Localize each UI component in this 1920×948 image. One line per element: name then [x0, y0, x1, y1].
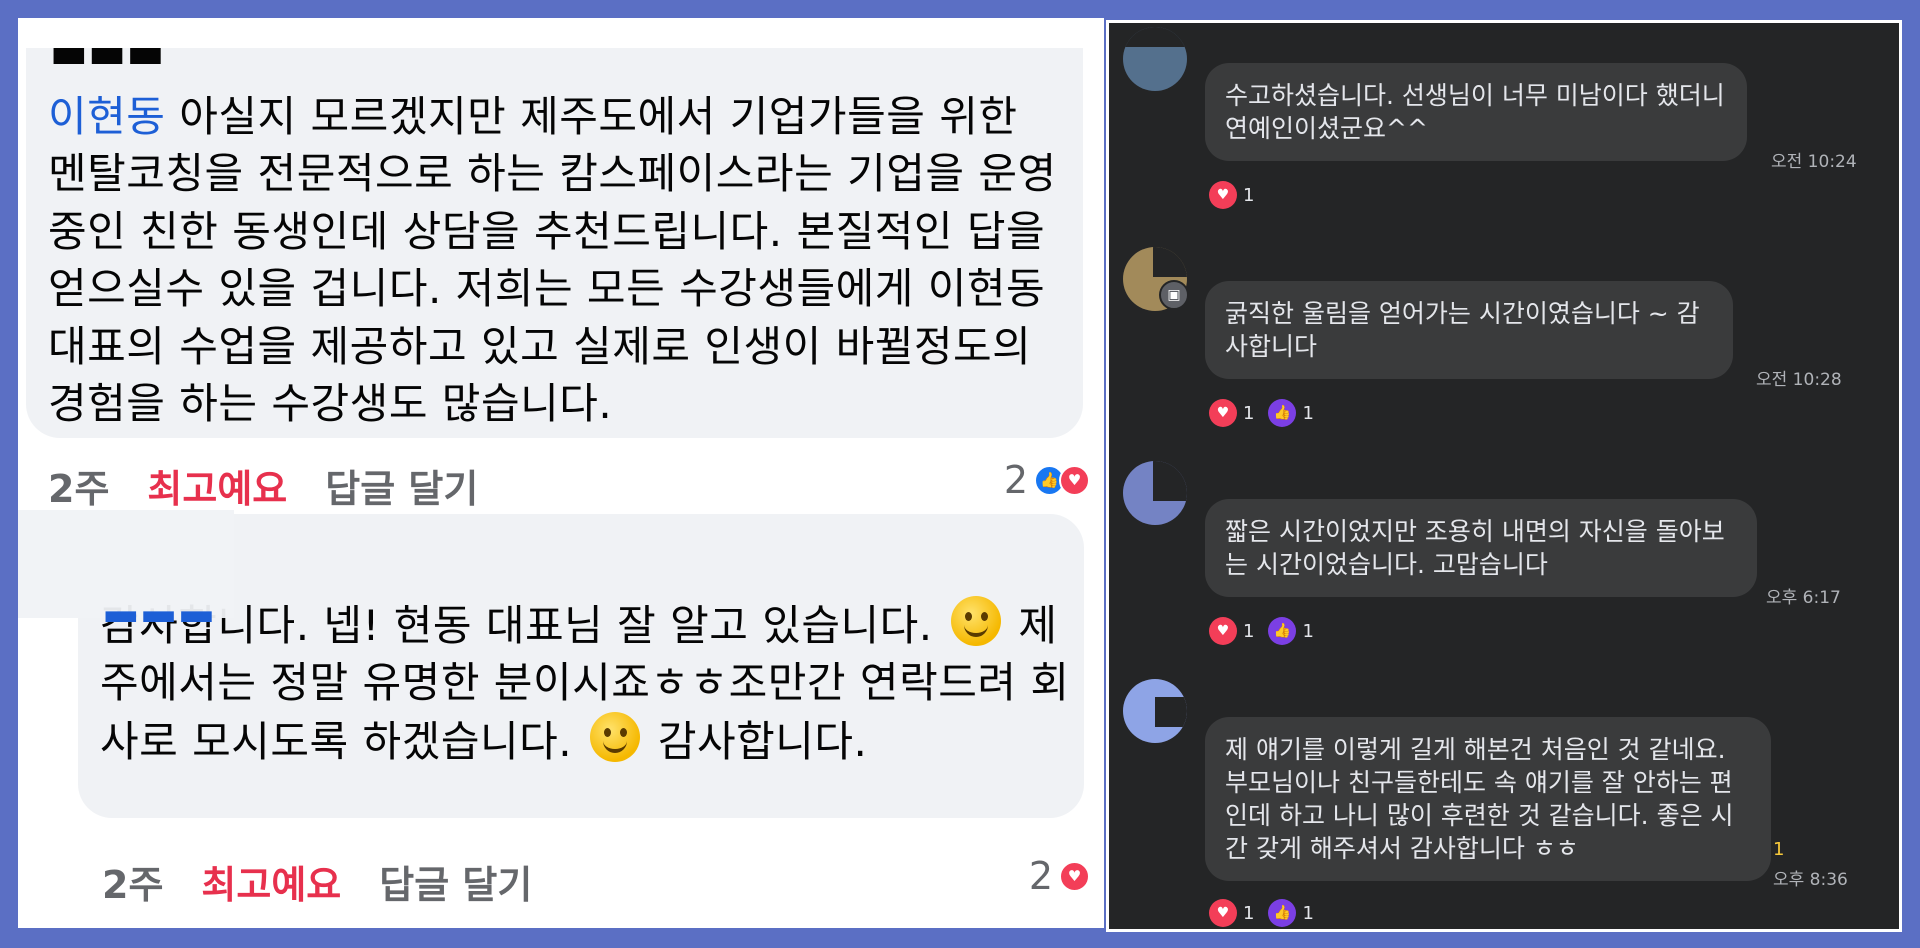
heart-count: 1 [1243, 402, 1255, 424]
reaction-summary[interactable]: 2 ♥ [1029, 854, 1090, 898]
redaction-overlay [18, 510, 234, 618]
reaction-button[interactable]: 최고예요 [147, 458, 287, 513]
thumbs-up-icon: 👍 [1268, 617, 1297, 645]
chat-message: 제 얘기를 이렇게 길게 해본건 처음인 것 같네요. 부모님이나 친구들한테도… [1205, 717, 1771, 881]
cropped-commenter-name: ■■■ [50, 48, 165, 72]
message-time: 오후 8:36 [1773, 870, 1848, 890]
message-time: 오후 6:17 [1766, 588, 1841, 608]
reaction-button[interactable]: 최고예요 [201, 854, 341, 909]
heart-icon: ♥ [1059, 464, 1090, 496]
thumbs-up-icon: 👍 [1268, 399, 1297, 427]
reply-actions: 2주 최고예요 답글 달기 [102, 854, 532, 909]
avatar[interactable] [1123, 27, 1187, 91]
message-reactions[interactable]: ♥ 1 👍 1 [1209, 899, 1314, 927]
heart-icon: ♥ [1209, 181, 1237, 209]
reply-body: 감사합니다. 넵! 현동 대표님 잘 알고 있습니다. 제주에서는 정말 유명한… [100, 596, 1070, 770]
comment-body: 이현동 아실지 모르겠지만 제주도에서 기업가들을 위한 멘탈코칭을 전문적으로… [48, 88, 1068, 432]
heart-count: 1 [1243, 184, 1255, 206]
unread-count: 1 [1773, 839, 1785, 860]
smiling-face-emoji [950, 596, 1001, 646]
comment-text: 아실지 모르겠지만 제주도에서 기업가들을 위한 멘탈코칭을 전문적으로 하는 … [48, 92, 1057, 429]
heart-count: 1 [1243, 620, 1255, 642]
message-reactions[interactable]: ♥ 1 👍 1 [1209, 617, 1314, 645]
message-time: 오전 10:24 [1771, 152, 1857, 172]
cropped-reply-author-name: ■■■ [102, 604, 215, 622]
chat-message: 수고하셨습니다. 선생님이 너무 미남이다 했더니 연예인이셨군요^^ [1205, 63, 1747, 161]
group-chat-panel: 수고하셨습니다. 선생님이 너무 미남이다 했더니 연예인이셨군요^^ 오전 1… [1106, 20, 1902, 932]
thumbs-up-icon: 👍 [1268, 899, 1297, 927]
heart-count: 1 [1243, 902, 1255, 924]
message-text: 제 얘기를 이렇게 길게 해본건 처음인 것 같네요. 부모님이나 친구들한테도… [1225, 735, 1734, 863]
reaction-summary[interactable]: 2 👍 ♥ [1004, 458, 1090, 502]
avatar[interactable] [1123, 461, 1187, 525]
reply-time[interactable]: 2주 [102, 854, 163, 909]
comment-actions: 2주 최고예요 답글 달기 [48, 458, 478, 513]
chat-message: 짧은 시간이었지만 조용히 내면의 자신을 돌아보는 시간이었습니다. 고맙습니… [1205, 499, 1757, 597]
reaction-count: 2 [1003, 458, 1028, 502]
like-count: 1 [1302, 902, 1314, 924]
comment-time[interactable]: 2주 [48, 458, 109, 513]
message-text: 짧은 시간이었지만 조용히 내면의 자신을 돌아보는 시간이었습니다. 고맙습니… [1225, 517, 1725, 579]
facebook-comments-panel: ■■■ 이현동 아실지 모르겠지만 제주도에서 기업가들을 위한 멘탈코칭을 전… [18, 18, 1104, 928]
heart-icon: ♥ [1209, 399, 1237, 427]
reaction-count: 2 [1028, 854, 1053, 898]
mention-link[interactable]: 이현동 [48, 92, 165, 141]
heart-icon: ♥ [1209, 617, 1237, 645]
message-text: 수고하셨습니다. 선생님이 너무 미남이다 했더니 연예인이셨군요^^ [1225, 81, 1725, 143]
chat-message: 굵직한 울림을 얻어가는 시간이였습니다 ~ 감사합니다 [1205, 281, 1733, 379]
avatar[interactable] [1123, 679, 1187, 743]
comment-bubble: ■■■ 이현동 아실지 모르겠지만 제주도에서 기업가들을 위한 멘탈코칭을 전… [26, 48, 1083, 438]
group-badge-icon: ▣ [1159, 280, 1189, 310]
heart-icon: ♥ [1059, 860, 1090, 892]
reply-button[interactable]: 답글 달기 [325, 458, 478, 513]
message-time: 오전 10:28 [1756, 370, 1842, 390]
reply-button[interactable]: 답글 달기 [379, 854, 532, 909]
heart-icon: ♥ [1209, 899, 1237, 927]
reply-text-3: 감사합니다. [657, 716, 868, 766]
like-count: 1 [1302, 402, 1314, 424]
like-count: 1 [1302, 620, 1314, 642]
message-reactions[interactable]: ♥ 1 [1209, 181, 1254, 209]
message-reactions[interactable]: ♥ 1 👍 1 [1209, 399, 1314, 427]
message-text: 굵직한 울림을 얻어가는 시간이였습니다 ~ 감사합니다 [1225, 299, 1700, 361]
smiling-face-emoji [589, 711, 640, 762]
